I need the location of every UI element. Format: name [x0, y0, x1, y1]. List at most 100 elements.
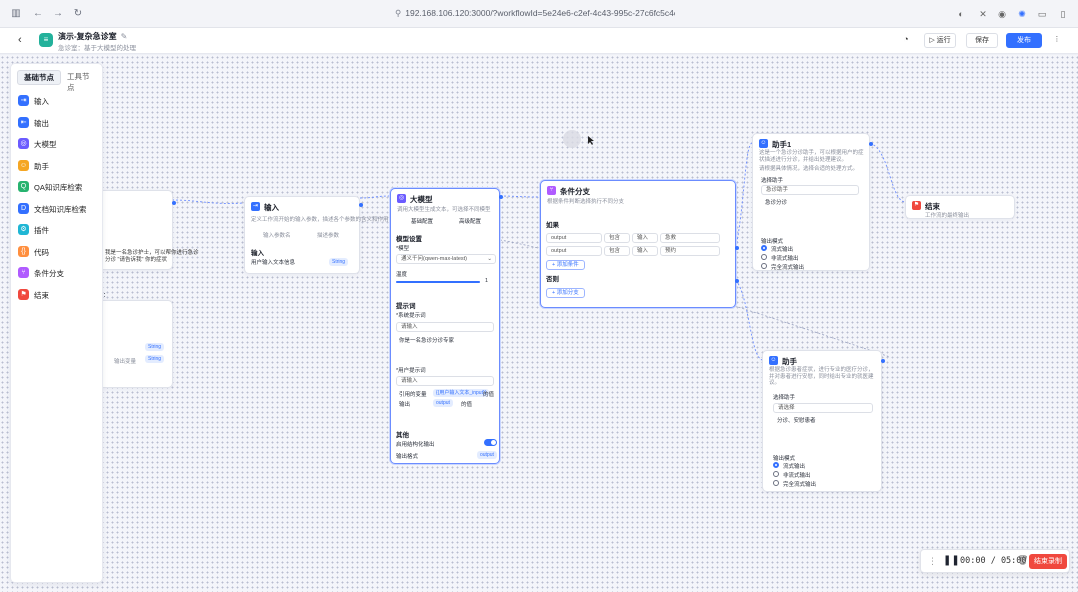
- assistant-select[interactable]: 请选择: [773, 403, 873, 413]
- output-port[interactable]: [499, 195, 503, 199]
- radio-nonstream[interactable]: [761, 254, 767, 260]
- close-tab-icon[interactable]: ✕: [977, 8, 989, 20]
- palette-item[interactable]: ☺ 助手: [18, 159, 100, 173]
- browser-toolbar: ▥ ← → ↻ ⚲ 192.168.106.120:3000/?workflowI…: [0, 0, 1078, 28]
- more-options-icon[interactable]: ⋮: [1050, 33, 1064, 48]
- app-logo-icon: ≡: [39, 33, 53, 47]
- reload-icon[interactable]: ↻: [72, 8, 84, 20]
- field-label: *系统提示词: [396, 313, 426, 319]
- pause-icon[interactable]: ❚❚: [943, 555, 960, 566]
- palette-item[interactable]: ⚑ 结束: [18, 288, 100, 302]
- edit-icon[interactable]: ✎: [121, 32, 128, 41]
- save-button[interactable]: 保存: [966, 33, 998, 48]
- address-bar[interactable]: ⚲ 192.168.106.120:3000/?workflowId=5e24e6…: [395, 8, 675, 20]
- trash-icon[interactable]: 🗑: [1017, 555, 1028, 566]
- model-select[interactable]: 通义千问(qwen-max-latest) ⌄: [396, 254, 496, 264]
- assistant-node-1[interactable]: ☺ 助手1 这是一个急诊分诊助手，可以根据用户的症状描述进行分诊，并给出处理建议…: [752, 133, 873, 271]
- extension-icon[interactable]: ◐: [955, 8, 967, 20]
- palette-item[interactable]: {} 代码: [18, 245, 100, 259]
- end-recording-button[interactable]: 结束录制: [1029, 554, 1067, 569]
- condition-type-select[interactable]: 输入: [632, 233, 658, 243]
- type-pill: String: [145, 355, 165, 363]
- param-name: 用户输入文本信息: [251, 260, 296, 266]
- url-text: 192.168.106.120:3000/?workflowId=5e24e6-…: [405, 8, 675, 18]
- assistant-node-2[interactable]: ☺ 助手 根据急诊患者症状，进行专业的医疗分诊，并对患者进行安慰，同时给出专业的…: [762, 350, 885, 492]
- input-icon: ⇥: [251, 202, 260, 211]
- tab-tool-nodes[interactable]: 工具节点: [61, 70, 97, 94]
- output-port[interactable]: [881, 359, 885, 363]
- add-branch-button[interactable]: + 添加分支: [546, 288, 585, 298]
- radio-nonstream[interactable]: [773, 471, 779, 477]
- bell-icon[interactable]: ◔: [898, 33, 914, 48]
- drag-handle-icon[interactable]: ⋮: [928, 556, 937, 567]
- node-type-icon: D: [18, 202, 29, 214]
- condition-node[interactable]: ⑂ 条件分支 根据条件判断选择执行不同分支 如果 output 包含 输入 急救 out…: [540, 180, 739, 308]
- toggle-label: 启用结构化输出: [396, 442, 435, 448]
- condition-type-select[interactable]: 输入: [632, 246, 658, 256]
- node-title: 输入: [264, 203, 279, 212]
- radio-fullstream[interactable]: [761, 263, 767, 269]
- palette-item-label: 条件分支: [34, 269, 64, 278]
- add-condition-button[interactable]: + 添加条件: [546, 260, 585, 270]
- page-title: 演示-复杂急诊室 ✎: [58, 32, 128, 41]
- node-type-icon: ⚑: [18, 288, 29, 300]
- slider-fill: [396, 281, 480, 283]
- output-port[interactable]: [359, 203, 363, 207]
- node-description: 调用大模型生成文本，可选择不同模型: [397, 207, 491, 213]
- node-text: 的值: [461, 402, 473, 408]
- back-button[interactable]: ‹: [18, 34, 22, 46]
- app-header: ‹ ≡ 演示-复杂急诊室 ✎ 急诊室：基于大模型的处理 ◔ ▷ 运行 保存 发布 …: [0, 28, 1078, 54]
- tab-advanced-config[interactable]: 高级配置: [459, 217, 481, 225]
- palette-item[interactable]: D 文档知识库检索: [18, 202, 100, 216]
- section-title: 否则: [546, 276, 559, 283]
- back-arrow-icon[interactable]: ←: [32, 8, 44, 20]
- radio-stream[interactable]: [773, 462, 779, 468]
- sidebar-toggle-icon[interactable]: ▥: [10, 8, 22, 20]
- palette-item[interactable]: Q QA知识库检索: [18, 180, 100, 194]
- assistant-select[interactable]: 急诊助手: [761, 185, 859, 195]
- structured-output-toggle[interactable]: [484, 439, 497, 446]
- output-port[interactable]: [869, 142, 873, 146]
- output-port[interactable]: [735, 246, 739, 250]
- condition-variable-select[interactable]: output: [546, 233, 602, 243]
- palette-item[interactable]: ⚙ 插件: [18, 223, 100, 237]
- settings-icon[interactable]: ✺: [1016, 8, 1028, 20]
- output-port[interactable]: [735, 279, 739, 283]
- user-prompt-input[interactable]: 请输入: [396, 376, 494, 386]
- condition-value-input[interactable]: 预约: [660, 246, 720, 256]
- run-button[interactable]: ▷ 运行: [924, 33, 956, 48]
- forward-arrow-icon[interactable]: →: [52, 8, 64, 20]
- publish-button[interactable]: 发布: [1006, 33, 1042, 48]
- radio-stream[interactable]: [761, 245, 767, 251]
- output-port[interactable]: [172, 201, 176, 205]
- condition-operator-select[interactable]: 包含: [604, 246, 630, 256]
- llm-icon: ◎: [397, 194, 406, 203]
- extension-icon[interactable]: ◉: [996, 8, 1008, 20]
- column-header: 输入参数名: [263, 233, 291, 239]
- palette-item[interactable]: ⇤ 输出: [18, 116, 100, 130]
- field-label: *用户提示词: [396, 368, 426, 374]
- radio-fullstream[interactable]: [773, 480, 779, 486]
- condition-operator-select[interactable]: 包含: [604, 233, 630, 243]
- node-text: 输出变量: [114, 359, 137, 365]
- node-description: 这是一个急诊分诊助手，可以根据用户的症状描述进行分诊，并给出处理建议。: [759, 150, 864, 163]
- palette-item[interactable]: ◎ 大模型: [18, 137, 100, 151]
- llm-node[interactable]: ◎ 大模型 调用大模型生成文本，可选择不同模型 基础配置 高级配置 模型设置 *…: [390, 188, 503, 464]
- condition-variable-select[interactable]: output: [546, 246, 602, 256]
- section-title: 如果: [546, 222, 559, 229]
- condition-value-input[interactable]: 急救: [660, 233, 720, 243]
- input-node[interactable]: ⇥ 输入 定义工作流开始的输入参数，描述各个参数的含义和作用 输入参数名 描述参…: [244, 196, 389, 274]
- tab-basic-nodes[interactable]: 基础节点: [17, 70, 61, 85]
- palette-item-label: 大模型: [34, 140, 57, 149]
- section-title: 模型设置: [396, 236, 422, 243]
- split-view-icon[interactable]: ▯: [1057, 8, 1069, 20]
- palette-item[interactable]: ⑂ 条件分支: [18, 266, 100, 280]
- end-node[interactable]: ⚑ 结束 工作流的最终输出: [905, 195, 1015, 219]
- column-header: 描述参数: [317, 233, 340, 239]
- palette-item[interactable]: ⇥ 输入: [18, 94, 100, 108]
- tab-basic-config[interactable]: 基础配置: [411, 217, 433, 225]
- system-prompt-input[interactable]: 请输入: [396, 322, 494, 332]
- window-icon[interactable]: ▭: [1036, 8, 1048, 20]
- assistant-icon: ☺: [759, 139, 768, 148]
- node-description: 根据条件判断选择执行不同分支: [547, 199, 625, 205]
